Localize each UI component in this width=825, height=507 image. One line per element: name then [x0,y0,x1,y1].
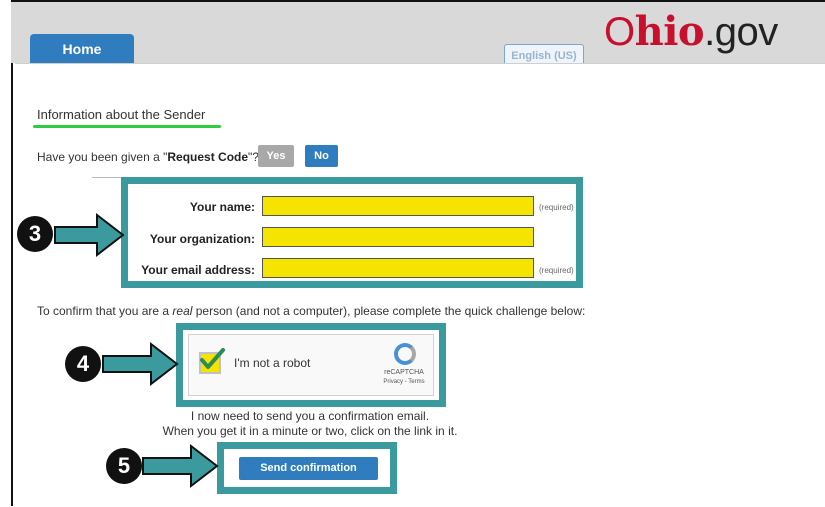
name-input[interactable] [262,196,534,216]
step-3-arrow-icon [54,212,125,258]
recaptcha-logo-icon [394,343,416,365]
request-code-question: Have you been given a "Request Code"? [37,150,259,164]
request-code-bold: Request Code [167,150,249,164]
header-bar: Home English (US) Ohio.gov [11,0,825,66]
checkmark-icon [200,348,225,369]
captcha-prompt-italic: real [172,304,193,318]
step-4-arrow-icon [102,341,179,387]
green-underline-annotation [33,125,221,128]
recaptcha-terms-link[interactable]: Privacy - Terms [375,379,433,385]
name-required-note: (required) [539,203,574,212]
confirmation-message-line1: I now need to send you a confirmation em… [190,409,430,423]
no-button[interactable]: No [305,145,338,167]
section-title: Information about the Sender [37,107,206,122]
confirmation-message-line2: When you get it in a minute or two, clic… [162,424,458,438]
captcha-prompt-prefix: To confirm that you are a [37,304,173,318]
step-4-marker: 4 [65,346,101,382]
send-confirmation-button[interactable]: Send confirmation [239,457,378,480]
email-label: Your email address: [141,263,255,277]
logo-gov: .gov [704,10,778,54]
divider [92,177,122,178]
recaptcha-checkbox[interactable] [199,348,225,374]
email-required-note: (required) [539,266,574,275]
ohio-gov-logo: Ohio.gov [604,9,778,55]
step-5-arrow-icon [142,443,219,489]
home-tab[interactable]: Home [30,34,134,65]
yes-button[interactable]: Yes [258,145,294,167]
step-5-marker: 5 [106,448,142,484]
logo-hio: hio [634,8,705,55]
organization-label: Your organization: [149,232,255,246]
step-3-marker: 3 [17,216,53,252]
recaptcha-label: I'm not a robot [234,356,311,370]
recaptcha-widget: I'm not a robot reCAPTCHA Privacy - Term… [188,334,434,396]
request-code-prefix: Have you been given a " [37,150,168,164]
captcha-prompt: To confirm that you are a real person (a… [37,304,585,318]
name-label: Your name: [189,200,255,214]
captcha-prompt-suffix: person (and not a computer), please comp… [192,304,586,318]
organization-input[interactable] [262,227,534,247]
logo-o: O [604,10,635,54]
email-input[interactable] [262,258,534,278]
recaptcha-brand: reCAPTCHA [384,369,424,376]
